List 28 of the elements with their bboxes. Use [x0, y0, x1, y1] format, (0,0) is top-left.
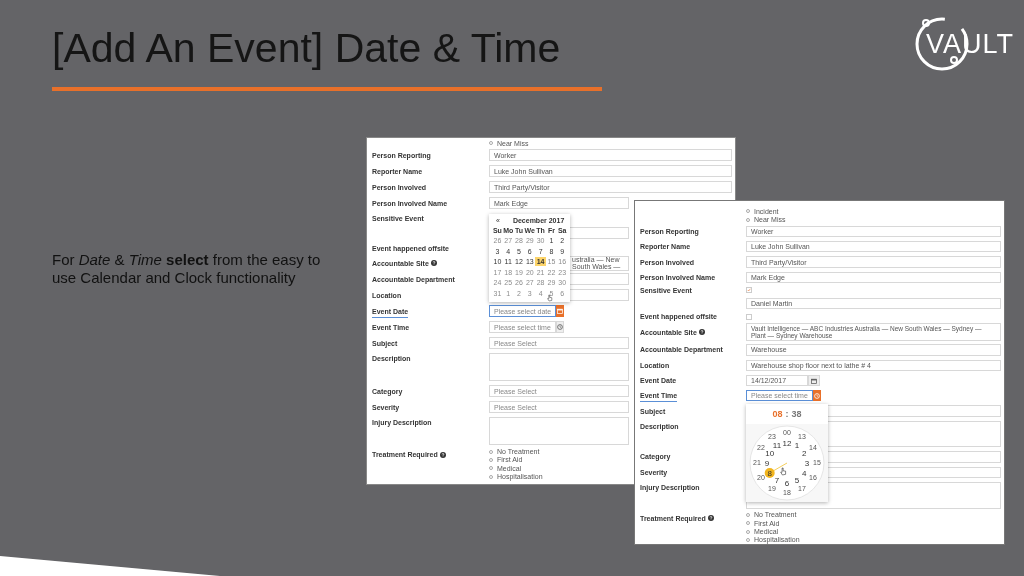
hour-label[interactable]: 4 — [802, 468, 807, 478]
clock-button[interactable] — [812, 390, 821, 402]
hour-display: 08 — [772, 409, 783, 419]
time-separator: : — [785, 409, 789, 419]
hour-label[interactable]: 10 — [765, 448, 775, 458]
checkbox[interactable] — [746, 287, 752, 294]
clock-icon — [813, 392, 820, 399]
hour-label[interactable]: 9 — [764, 458, 770, 468]
text-area[interactable] — [489, 417, 629, 446]
description-text: For Date & Time select from the easy to use Calendar and Clock functionality — [52, 251, 322, 287]
hour-label[interactable]: 3 — [804, 458, 810, 468]
hour-label[interactable]: 7 — [774, 476, 780, 486]
hour-label[interactable]: 8 — [764, 468, 775, 478]
calendar-icon — [557, 308, 564, 315]
text-area[interactable] — [489, 353, 629, 382]
hour-label[interactable]: 11 — [772, 441, 782, 451]
hour-label[interactable]: 2 — [802, 448, 807, 458]
hour-label[interactable]: 12 — [782, 438, 792, 448]
minute-display: 38 — [791, 409, 802, 419]
hour-label[interactable]: 1 — [794, 441, 800, 451]
slide-title: [Add An Event] Date & Time — [52, 24, 562, 73]
hour-label[interactable]: 5 — [794, 476, 800, 486]
clock-icon — [556, 324, 563, 331]
calendar-button[interactable] — [556, 305, 565, 318]
hand-cursor-icon — [780, 467, 787, 476]
calendar-icon — [811, 377, 817, 384]
hour-label[interactable]: 6 — [784, 478, 790, 488]
checkbox[interactable] — [746, 313, 752, 320]
